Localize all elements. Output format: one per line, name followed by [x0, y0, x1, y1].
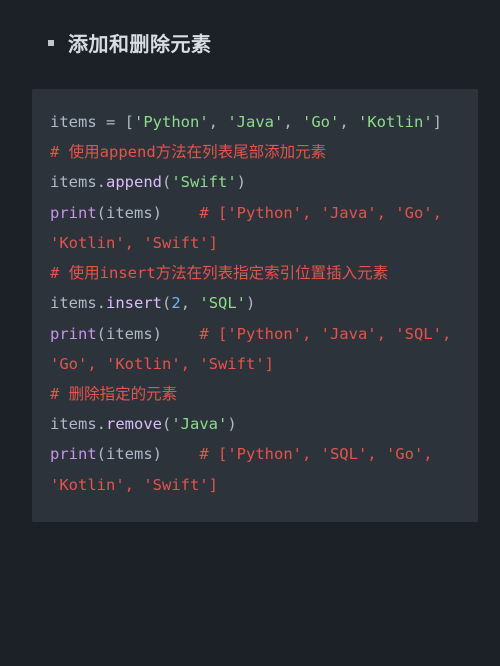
code-token: ( — [162, 173, 171, 191]
code-token: 2 — [171, 294, 180, 312]
code-comment: # 使用append方法在列表尾部添加元素 — [50, 143, 326, 161]
code-token: items. — [50, 415, 106, 433]
code-token: insert — [106, 294, 162, 312]
code-token: ) — [246, 294, 255, 312]
code-token: (items) — [97, 445, 200, 463]
code-token: 'Java' — [171, 415, 227, 433]
code-token: , — [283, 113, 302, 131]
heading-text: 添加和删除元素 — [68, 28, 212, 57]
code-token: ) — [237, 173, 246, 191]
code-token: , — [181, 294, 200, 312]
code-token: items — [50, 113, 97, 131]
code-token: append — [106, 173, 162, 191]
bullet-icon — [48, 40, 54, 46]
code-token: items. — [50, 294, 106, 312]
code-token: 'Go' — [302, 113, 339, 131]
code-token: , — [339, 113, 358, 131]
code-token: 'Python' — [134, 113, 209, 131]
code-token: items. — [50, 173, 106, 191]
code-token: ( — [162, 294, 171, 312]
code-token: 'Kotlin' — [358, 113, 433, 131]
code-token: [ — [125, 113, 134, 131]
code-token: 'Java' — [227, 113, 283, 131]
code-token: 'Swift' — [171, 173, 236, 191]
code-token: print — [50, 325, 97, 343]
code-token: (items) — [97, 204, 200, 222]
heading-row: 添加和删除元素 — [48, 28, 500, 57]
code-block: items = ['Python', 'Java', 'Go', 'Kotlin… — [32, 89, 478, 522]
code-token: print — [50, 445, 97, 463]
page: 添加和删除元素 items = ['Python', 'Java', 'Go',… — [0, 0, 500, 666]
code-comment: # 使用insert方法在列表指定索引位置插入元素 — [50, 264, 388, 282]
code-token: ( — [162, 415, 171, 433]
code-token: ] — [433, 113, 442, 131]
code-token: ) — [227, 415, 236, 433]
code-token: remove — [106, 415, 162, 433]
code-token: = — [97, 113, 125, 131]
code-token: print — [50, 204, 97, 222]
code-token: 'SQL' — [199, 294, 246, 312]
code-comment: # 删除指定的元素 — [50, 385, 177, 403]
code-token: , — [209, 113, 228, 131]
code-token: (items) — [97, 325, 200, 343]
